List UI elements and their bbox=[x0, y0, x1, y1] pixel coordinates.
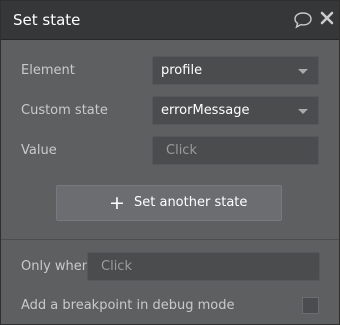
panel-title: Set state bbox=[13, 11, 81, 29]
only-when-input[interactable]: Click bbox=[87, 252, 320, 281]
custom-state-label: Custom state bbox=[21, 103, 108, 118]
custom-state-dropdown[interactable]: errorMessage bbox=[152, 96, 319, 125]
element-label: Element bbox=[21, 63, 75, 78]
set-another-state-label: Set another state bbox=[134, 195, 248, 210]
only-when-label: Only when bbox=[21, 259, 91, 274]
breakpoint-label: Add a breakpoint in debug mode bbox=[21, 298, 235, 313]
value-placeholder: Click bbox=[166, 143, 197, 158]
custom-state-value: errorMessage bbox=[161, 103, 250, 118]
set-another-state-button[interactable]: + Set another state bbox=[56, 185, 282, 221]
only-when-placeholder: Click bbox=[101, 259, 132, 274]
close-icon[interactable] bbox=[320, 11, 334, 25]
element-value: profile bbox=[161, 63, 203, 78]
set-state-panel: Set state Element profile Custom state e… bbox=[0, 0, 340, 325]
breakpoint-checkbox[interactable] bbox=[302, 297, 319, 314]
value-label: Value bbox=[21, 143, 57, 158]
plus-icon: + bbox=[109, 192, 125, 214]
element-dropdown[interactable]: profile bbox=[152, 56, 319, 85]
chevron-down-icon bbox=[298, 109, 308, 114]
chevron-down-icon bbox=[298, 69, 308, 74]
value-input[interactable]: Click bbox=[152, 136, 319, 165]
section-divider bbox=[1, 239, 339, 240]
panel-header: Set state bbox=[1, 1, 339, 40]
speech-bubble-icon[interactable] bbox=[293, 11, 313, 29]
